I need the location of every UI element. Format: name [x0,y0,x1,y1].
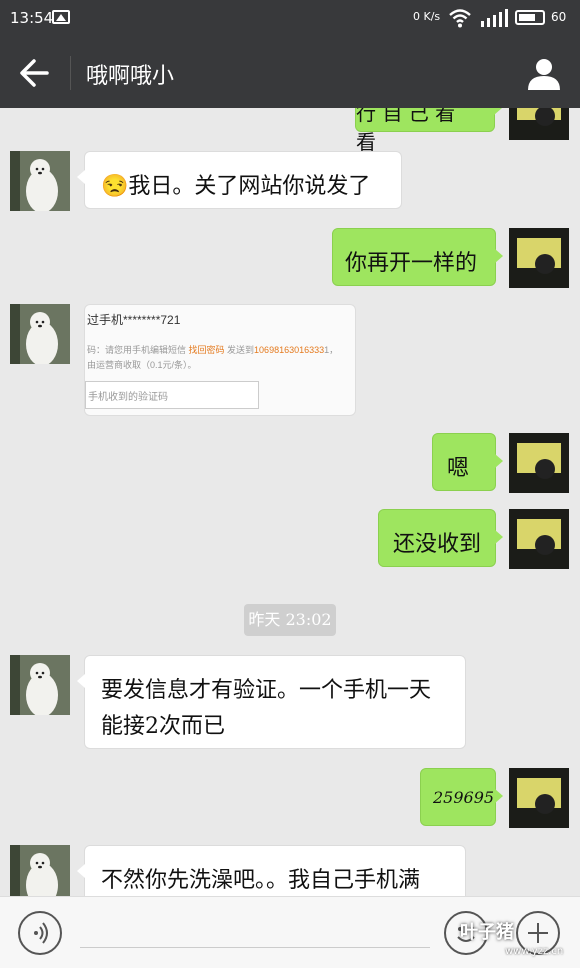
image-text-highlight: 找回密码 [188,345,225,355]
message-text: 能接2次而已 [101,714,225,739]
message-bubble-outgoing[interactable]: 你再开一样的 [332,228,503,286]
message-text: 行 自 己 看 看 [356,108,456,154]
image-message[interactable]: 过手机********721 码：请您用手机编辑短信 找回密码 发送到10698… [84,304,356,416]
back-arrow-icon[interactable] [18,58,50,88]
message-text: 259695 [433,788,495,807]
wifi-icon [449,9,471,28]
contact-avatar[interactable] [10,845,70,896]
image-notification-icon [52,10,70,24]
image-text-fragment: 发送到 [224,345,255,355]
header-divider [70,56,71,90]
message-text: 你再开一样的 [345,251,478,276]
verification-code-field: 手机收到的验证码 [85,381,259,409]
message-text: 还没收到 [393,532,482,557]
message-bubble-outgoing[interactable]: 259695 [420,768,503,826]
network-speed: 0 K/s [413,10,441,23]
message-text: 😒我日。关了网站你说发了 [101,174,371,199]
message-bubble-outgoing[interactable]: 行 自 己 看 看 [355,108,502,154]
message-bubble-outgoing[interactable]: 还没收到 [378,509,503,567]
my-avatar[interactable] [509,108,569,140]
my-avatar[interactable] [509,433,569,493]
contact-avatar[interactable] [10,655,70,715]
image-text-line: 码：请您用手机编辑短信 找回密码 发送到106981630163331， [87,343,338,356]
image-text-line: 过手机********721 [87,313,181,327]
status-time: 13:54 [10,9,54,27]
message-bubble-outgoing[interactable]: 嗯 [432,433,503,491]
chat-header: 哦啊哦小 [0,38,580,108]
signal-icon [481,9,508,27]
message-text: 嗯 [447,456,470,481]
chat-messages[interactable]: 行 自 己 看 看 😒我日。关了网站你说发了 你再开一样的 过手机*******… [0,108,580,896]
chat-title: 哦啊哦小 [86,64,175,89]
image-text-number: 10698163016333 [254,345,325,355]
battery-level: 60 [551,10,567,24]
message-text: 要发信息才有验证。一个手机一天 [101,678,432,703]
voice-input-button[interactable] [18,911,62,955]
message-text: 不然你先洗澡吧。。我自己手机满 [101,868,421,893]
contact-avatar[interactable] [10,304,70,364]
verification-code-placeholder: 手机收到的验证码 [88,392,168,403]
voice-wave-icon [34,922,48,944]
status-bar: 13:54 0 K/s 60 [0,0,580,38]
watermark-logo: 叶子猪 [460,922,514,943]
my-avatar[interactable] [509,228,569,288]
battery-icon [515,10,545,25]
timestamp: 昨天 23:02 [244,604,336,636]
message-bubble-incoming[interactable]: 要发信息才有验证。一个手机一天 能接2次而已 [77,655,466,749]
contact-profile-icon[interactable] [526,56,562,92]
image-text-fragment: 码：请您用手机编辑短信 [87,345,189,355]
image-text-fragment: 1， [324,345,339,355]
message-bubble-incoming[interactable]: 不然你先洗澡吧。。我自己手机满 [77,845,466,896]
message-bubble-incoming[interactable]: 😒我日。关了网站你说发了 [77,151,402,209]
my-avatar[interactable] [509,768,569,828]
my-avatar[interactable] [509,509,569,569]
watermark-url: www.yzz.cn [505,946,564,957]
image-text-line: 由运营商收取（0.1元/条）。 [87,360,197,370]
contact-avatar[interactable] [10,151,70,211]
message-input[interactable] [80,947,430,948]
